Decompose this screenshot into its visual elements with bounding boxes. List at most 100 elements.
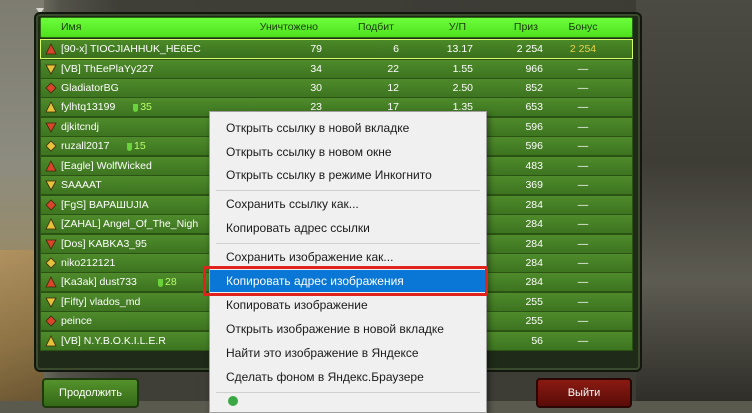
scoreboard-header: Имя Уничтожено Подбит У/П Приз Бонус xyxy=(40,17,633,38)
menu-separator xyxy=(216,190,480,191)
player-name: [90-x] TIOCJIAHHUK_HE6EC xyxy=(61,43,201,55)
deaths-value: 22 xyxy=(387,62,399,75)
menu-separator xyxy=(216,392,480,393)
prize-value: 653 xyxy=(525,101,543,114)
prize-value: 255 xyxy=(525,295,543,308)
rank-icon xyxy=(45,296,57,308)
menu-item-label: Открыть ссылку в новом окне xyxy=(226,145,392,159)
menu-item-save-image-as[interactable]: Сохранить изображение как... xyxy=(210,246,486,268)
bonus-value: — xyxy=(577,218,589,230)
player-name: [VB] N.Y.B.O.K.I.L.E.R xyxy=(61,334,166,347)
menu-item-open-link-incognito[interactable]: Открыть ссылку в режиме Инкогнито xyxy=(210,164,486,186)
bonus-value: — xyxy=(577,256,589,269)
menu-item-label: Сохранить изображение как... xyxy=(226,250,394,264)
menu-item-label: Открыть ссылку в режиме Инкогнито xyxy=(226,168,432,182)
menu-item-save-link-as[interactable]: Сохранить ссылку как... xyxy=(210,193,486,215)
rank-icon xyxy=(45,238,57,250)
player-name: SAAAAT xyxy=(61,179,102,192)
table-row[interactable]: [VB] ThEePlaYy227 34 22 1.55 966 — xyxy=(40,58,633,79)
bonus-value: — xyxy=(577,315,589,328)
prize-value: 596 xyxy=(525,140,543,153)
prize-value: 56 xyxy=(531,334,543,347)
menu-item-copy-image[interactable]: Копировать изображение xyxy=(210,294,486,316)
rank-icon xyxy=(45,140,57,152)
player-name: djkitcndj xyxy=(61,120,99,133)
continue-button[interactable]: Продолжить xyxy=(42,378,139,408)
shield-icon xyxy=(127,142,132,151)
prize-value: 284 xyxy=(525,218,543,230)
rank-icon xyxy=(45,82,57,94)
rank-icon xyxy=(45,121,57,133)
prize-value: 284 xyxy=(525,256,543,269)
player-name: [VB] ThEePlaYy227 xyxy=(61,62,154,75)
yandex-icon xyxy=(228,396,238,406)
rank-icon xyxy=(45,101,57,113)
bonus-value: — xyxy=(577,276,589,289)
rank-icon xyxy=(45,334,57,347)
rank-icon xyxy=(45,159,57,172)
menu-item-open-link-new-window[interactable]: Открыть ссылку в новом окне xyxy=(210,141,486,163)
bonus-value: — xyxy=(577,140,589,153)
player-name: [ZAHAL] Angel_Of_The_Nigh xyxy=(61,218,199,230)
menu-item-label: Открыть ссылку в новой вкладке xyxy=(226,121,410,135)
kills-value: 79 xyxy=(310,43,322,55)
shield-icon xyxy=(158,278,163,287)
bonus-value: — xyxy=(577,334,589,347)
column-prize: Приз xyxy=(513,21,538,33)
player-name: [Dos] KABKA3_95 xyxy=(61,237,147,250)
menu-item-open-image-new-tab[interactable]: Открыть изображение в новой вкладке xyxy=(210,318,486,340)
bonus-value: 2 254 xyxy=(569,43,597,55)
deaths-value: 12 xyxy=(387,81,399,94)
prize-value: 596 xyxy=(525,120,543,133)
menu-item-label: Найти это изображение в Яндексе xyxy=(226,346,419,360)
menu-item-open-link-new-tab[interactable]: Открыть ссылку в новой вкладке xyxy=(210,117,486,139)
bonus-value: — xyxy=(577,81,589,94)
bonus-value: — xyxy=(577,101,589,114)
kd-value: 2.50 xyxy=(452,81,473,94)
prize-value: 255 xyxy=(525,315,543,328)
player-name: GladiatorBG xyxy=(61,81,119,94)
player-name: niko212121 xyxy=(61,256,116,269)
prize-value: 483 xyxy=(525,159,543,172)
prize-value: 966 xyxy=(525,62,543,75)
rank-progress-value: 15 xyxy=(134,140,146,153)
player-name: [Fifty] vlados_md xyxy=(61,295,141,308)
rank-icon xyxy=(45,179,57,192)
column-name: Имя xyxy=(61,21,82,33)
context-menu: Открыть ссылку в новой вкладке Открыть с… xyxy=(209,111,487,413)
prize-value: 852 xyxy=(525,81,543,94)
bonus-value: — xyxy=(577,237,589,250)
scenery-right xyxy=(636,0,752,401)
menu-item-set-as-background[interactable]: Сделать фоном в Яндекс.Браузере xyxy=(210,366,486,388)
menu-item-search-image-yandex[interactable]: Найти это изображение в Яндексе xyxy=(210,342,486,364)
player-name: ruzall2017 xyxy=(61,140,110,153)
exit-button[interactable]: Выйти xyxy=(536,378,632,408)
player-name: peince xyxy=(61,315,92,328)
bonus-value: — xyxy=(577,179,589,192)
rank-icon xyxy=(45,199,57,211)
prize-value: 284 xyxy=(525,237,543,250)
prize-value: 2 254 xyxy=(516,43,543,55)
table-row[interactable]: [90-x] TIOCJIAHHUK_HE6EC 79 6 13.17 2 254 2 2… xyxy=(40,39,633,59)
menu-item-label: Копировать изображение xyxy=(226,298,368,312)
bonus-value: — xyxy=(577,120,589,133)
shield-icon xyxy=(133,103,139,112)
rank-icon xyxy=(45,63,57,75)
kd-value: 1.55 xyxy=(452,62,473,75)
table-row[interactable]: GladiatorBG 30 12 2.50 852 — xyxy=(40,77,633,98)
bonus-value: — xyxy=(577,295,589,308)
player-name: [Eagle] WolfWicked xyxy=(61,159,152,172)
prize-value: 284 xyxy=(525,276,543,289)
menu-item-copy-link-address[interactable]: Копировать адрес ссылки xyxy=(210,217,486,239)
rank-progress: 35 xyxy=(133,98,152,116)
column-kills: Уничтожено xyxy=(259,21,318,33)
rank-icon xyxy=(45,257,57,269)
kills-value: 30 xyxy=(310,81,322,94)
menu-separator xyxy=(216,243,480,244)
bonus-value: — xyxy=(577,159,589,172)
rank-icon xyxy=(45,218,57,230)
rank-progress-value: 35 xyxy=(140,101,152,114)
deaths-value: 6 xyxy=(393,43,399,55)
prize-value: 369 xyxy=(525,179,543,192)
menu-item-label: Открыть изображение в новой вкладке xyxy=(226,322,444,336)
